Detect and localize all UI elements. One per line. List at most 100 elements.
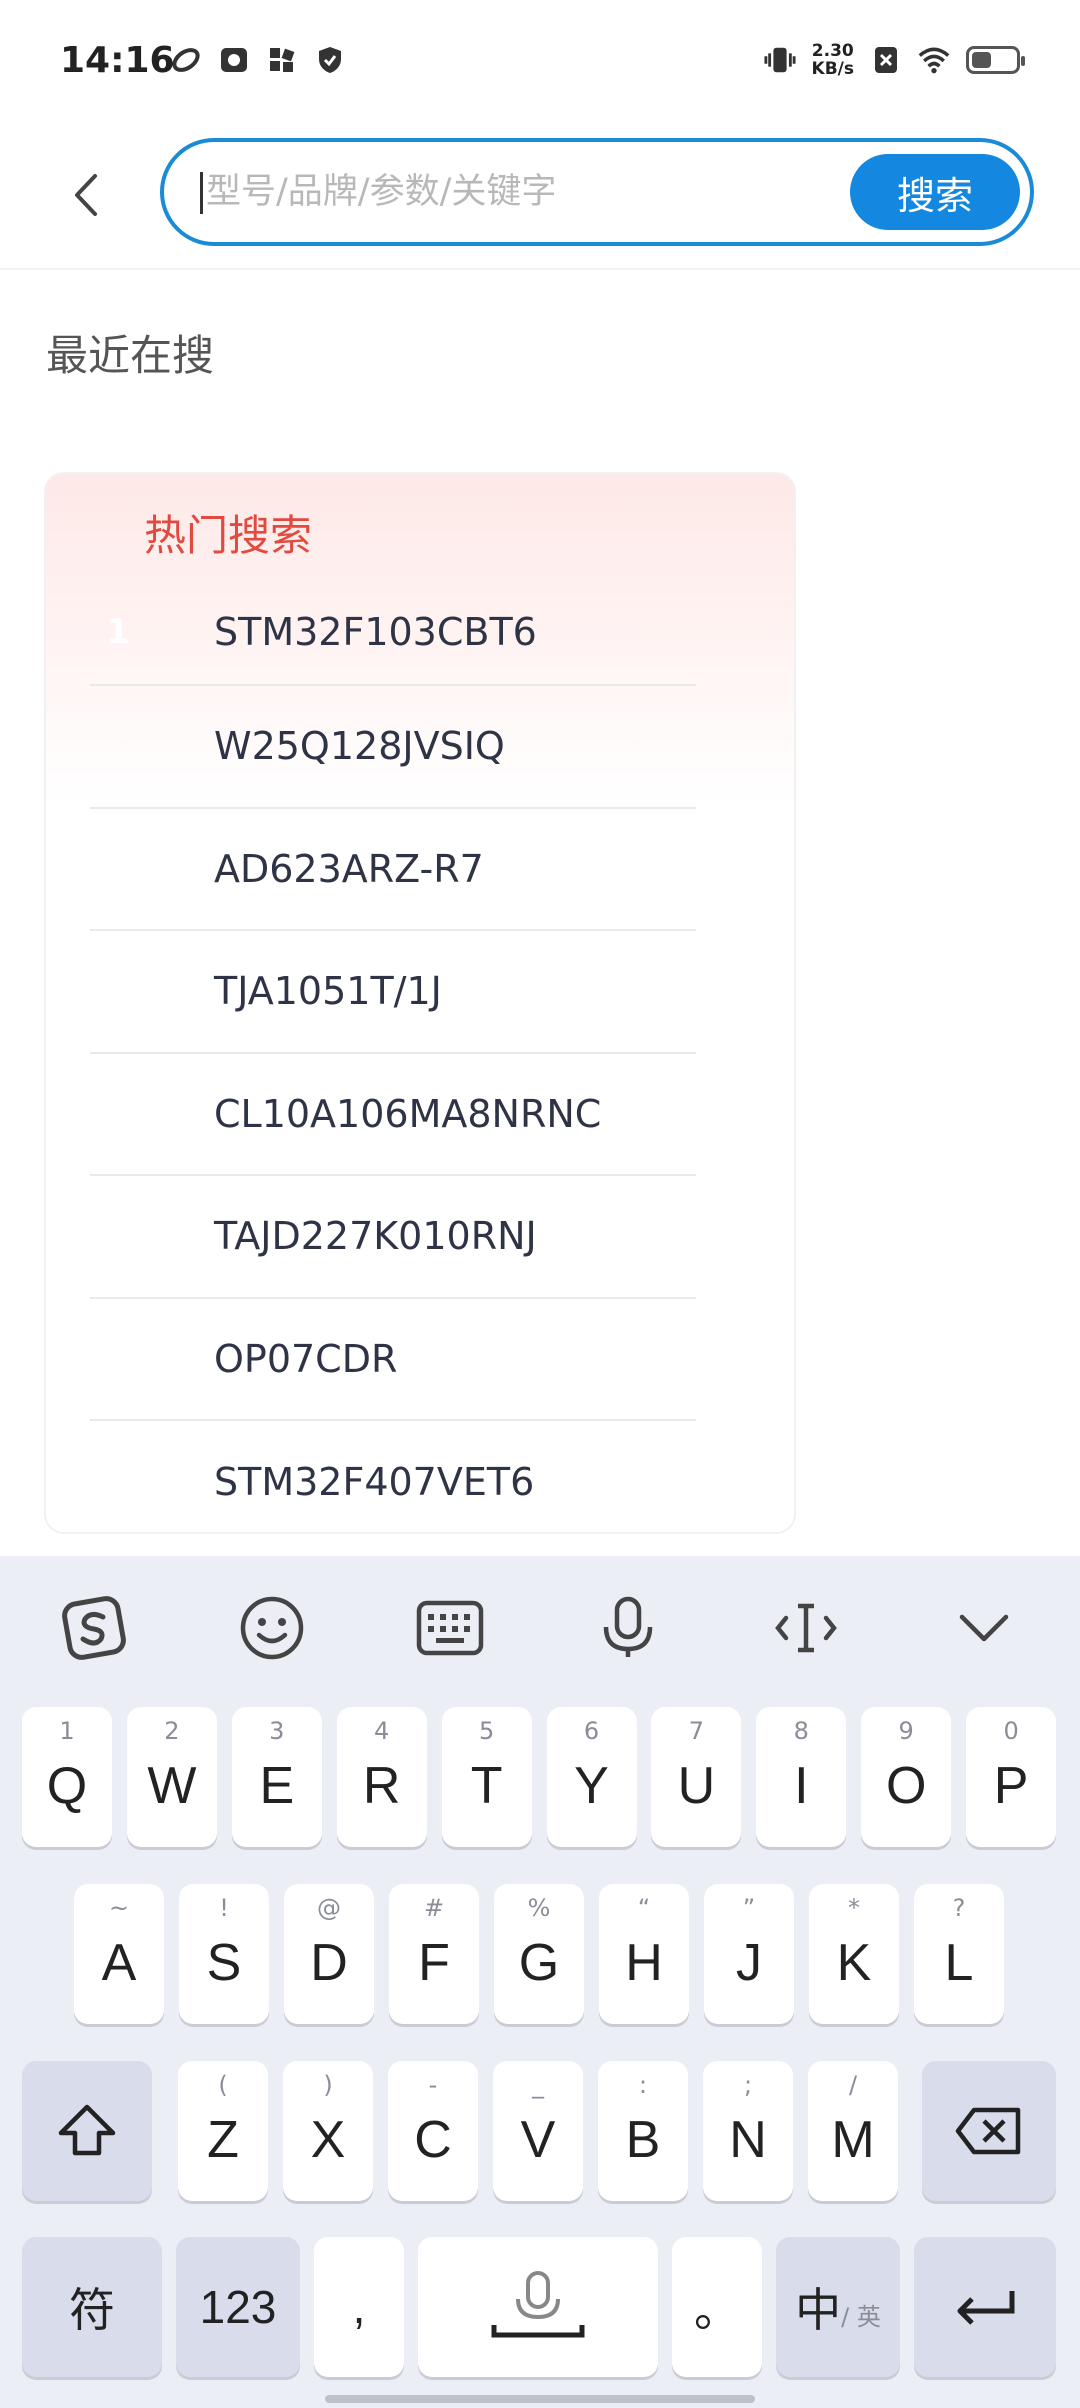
key-o[interactable]: 9O — [861, 1707, 952, 1847]
network-speed: 2.30 KB/s — [812, 42, 854, 78]
key-secondary-label: ” — [742, 1894, 756, 1922]
key-primary-label: E — [259, 1757, 295, 1815]
search-bar[interactable]: 搜索 — [160, 138, 1034, 246]
hot-search-item[interactable]: CL10A106MA8NRNC — [90, 1054, 696, 1176]
hot-search-item[interactable]: TAJD227K010RNJ — [90, 1176, 696, 1299]
key-m[interactable]: / M — [808, 2061, 898, 2201]
key-secondary-label: # — [423, 1894, 445, 1922]
space-key[interactable] — [418, 2237, 658, 2377]
shift-key[interactable] — [22, 2061, 152, 2201]
shield-icon — [314, 44, 346, 76]
key-w[interactable]: 2W — [126, 1707, 217, 1847]
key-primary-label: M — [831, 2111, 875, 2169]
hot-rank-badge: 1 — [106, 612, 130, 652]
key-d[interactable]: @ D — [284, 1884, 374, 2024]
key-primary-label: V — [520, 2111, 556, 2169]
enter-key[interactable] — [914, 2237, 1056, 2377]
key-h[interactable]: “H — [599, 1884, 689, 2024]
sogou-logo-icon[interactable] — [58, 1592, 130, 1664]
key-i[interactable]: 8I — [756, 1707, 847, 1847]
key-n[interactable]: ; N — [703, 2061, 793, 2201]
notification-icons — [170, 44, 346, 76]
key-secondary-label: : — [638, 2071, 648, 2099]
comma-key-label: , — [352, 2281, 366, 2333]
symbols-key[interactable]: 符 — [22, 2237, 162, 2377]
key-secondary-label: 3 — [269, 1717, 285, 1745]
back-button[interactable] — [56, 160, 116, 230]
period-key[interactable]: 。 — [672, 2237, 762, 2377]
chevron-left-icon — [75, 174, 97, 216]
key-f[interactable]: # F — [389, 1884, 479, 2024]
app-notification-icon — [170, 44, 202, 76]
key-z[interactable]: (Z — [178, 2061, 268, 2201]
key-primary-label: F — [418, 1934, 450, 1992]
key-primary-label: A — [101, 1934, 137, 1992]
microphone-icon[interactable] — [592, 1592, 664, 1664]
keyboard-icon[interactable] — [414, 1592, 486, 1664]
backspace-icon — [955, 2107, 1021, 2155]
key-primary-label: I — [794, 1757, 809, 1815]
home-indicator[interactable] — [325, 2395, 755, 2403]
hot-searches-title: 热门搜索 — [144, 511, 313, 560]
hot-search-text: STM32F103CBT6 — [214, 610, 537, 654]
key-secondary-label: - — [428, 2071, 438, 2099]
key-p[interactable]: 0P — [966, 1707, 1057, 1847]
vibrate-icon — [764, 44, 796, 76]
key-g[interactable]: % G — [494, 1884, 584, 2024]
hot-search-text: W25Q128JVSIQ — [214, 724, 505, 769]
key-secondary-label: “ — [637, 1894, 651, 1922]
hot-search-item[interactable]: AD623ARZ-R7 — [90, 809, 696, 931]
key-secondary-label: 6 — [583, 1717, 600, 1745]
key-x[interactable]: ) X — [283, 2061, 373, 2201]
backspace-key[interactable] — [922, 2061, 1056, 2201]
key-secondary-label: * — [848, 1894, 860, 1922]
key-primary-label: O — [885, 1757, 927, 1815]
key-r[interactable]: 4R — [336, 1707, 427, 1847]
key-y[interactable]: 6Y — [546, 1707, 637, 1847]
status-right-icons: 2.30 KB/s — [764, 42, 1025, 78]
keyboard-toolbar — [0, 1556, 1080, 1696]
key-e[interactable]: 3E — [231, 1707, 322, 1847]
key-u[interactable]: 7U — [651, 1707, 742, 1847]
key-secondary-label: 7 — [688, 1717, 705, 1745]
shift-icon — [58, 2104, 116, 2156]
chevron-down-icon[interactable] — [948, 1592, 1020, 1664]
key-primary-label: G — [518, 1934, 560, 1992]
key-j[interactable]: ” J — [704, 1884, 794, 2024]
hot-search-item[interactable]: OP07CDR — [90, 1299, 696, 1421]
key-secondary-label: 9 — [898, 1717, 914, 1745]
key-a[interactable]: ~ A — [74, 1884, 164, 2024]
key-primary-label: J — [736, 1934, 762, 1992]
numbers-key[interactable]: 123 — [176, 2237, 300, 2377]
search-input[interactable] — [206, 164, 806, 220]
search-header: 搜索 — [0, 130, 1080, 270]
key-secondary-label: ( — [218, 2071, 228, 2099]
cursor-move-icon[interactable] — [770, 1592, 842, 1664]
key-c[interactable]: -C — [388, 2061, 478, 2201]
key-q[interactable]: 1Q — [22, 1707, 112, 1847]
key-primary-label: Q — [46, 1757, 88, 1815]
key-s[interactable]: ! S — [179, 1884, 269, 2024]
key-v[interactable]: _ V — [493, 2061, 583, 2201]
key-l[interactable]: ? L — [914, 1884, 1004, 2024]
comma-key[interactable]: , — [314, 2237, 404, 2377]
microphone-space-icon — [491, 2271, 585, 2338]
app-notification-icon — [266, 44, 298, 76]
key-primary-label: T — [470, 1757, 503, 1815]
hot-search-item[interactable]: TJA1051T/1J — [90, 931, 696, 1054]
language-switch-key[interactable]: 中 / 英 — [776, 2237, 900, 2377]
emoji-icon[interactable] — [236, 1592, 308, 1664]
key-secondary-label: _ — [532, 2071, 544, 2099]
key-b[interactable]: :B — [598, 2061, 688, 2201]
language-sub-label: / 英 — [841, 2302, 881, 2331]
hot-search-item[interactable]: 1 STM32F103CBT6 — [90, 580, 696, 686]
hot-search-item[interactable]: W25Q128JVSIQ — [90, 686, 696, 809]
hot-search-text: TAJD227K010RNJ — [214, 1214, 537, 1259]
search-button[interactable]: 搜索 — [850, 154, 1020, 230]
key-t[interactable]: 5T — [441, 1707, 532, 1847]
hot-search-text: AD623ARZ-R7 — [214, 846, 484, 891]
key-primary-label: L — [944, 1934, 974, 1992]
hot-search-item[interactable]: STM32F407VET6 — [90, 1421, 696, 1532]
key-primary-label: K — [836, 1934, 872, 1992]
key-k[interactable]: * K — [809, 1884, 899, 2024]
